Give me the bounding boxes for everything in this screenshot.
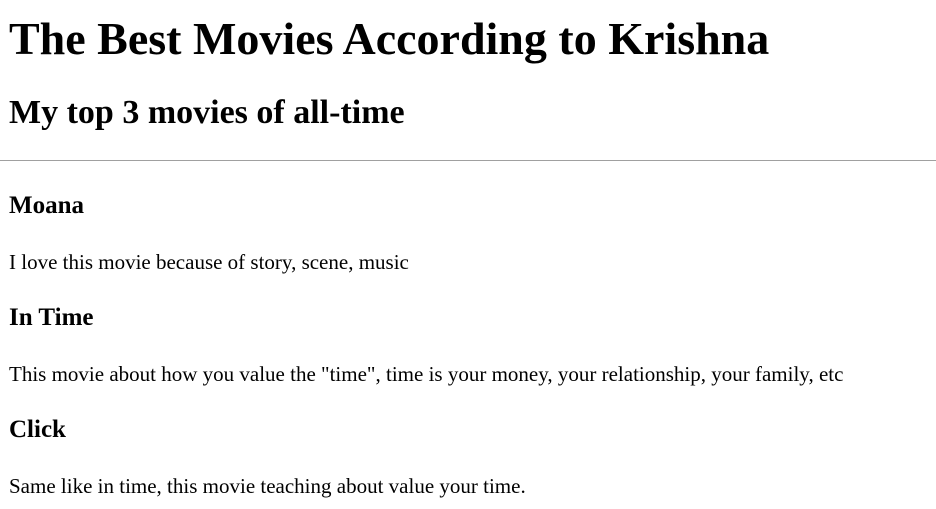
movie-description-moana: I love this movie because of story, scen… xyxy=(9,250,409,274)
movie-description-in-time: This movie about how you value the "time… xyxy=(9,362,844,386)
movie-description-click: Same like in time, this movie teaching a… xyxy=(9,474,526,498)
page-title: The Best Movies According to Krishna xyxy=(9,13,770,64)
horizontal-divider xyxy=(0,160,936,161)
movie-title-in-time: In Time xyxy=(9,304,94,331)
movie-title-moana: Moana xyxy=(9,192,84,219)
page-subtitle: My top 3 movies of all-time xyxy=(9,94,405,131)
movie-title-click: Click xyxy=(9,416,66,443)
